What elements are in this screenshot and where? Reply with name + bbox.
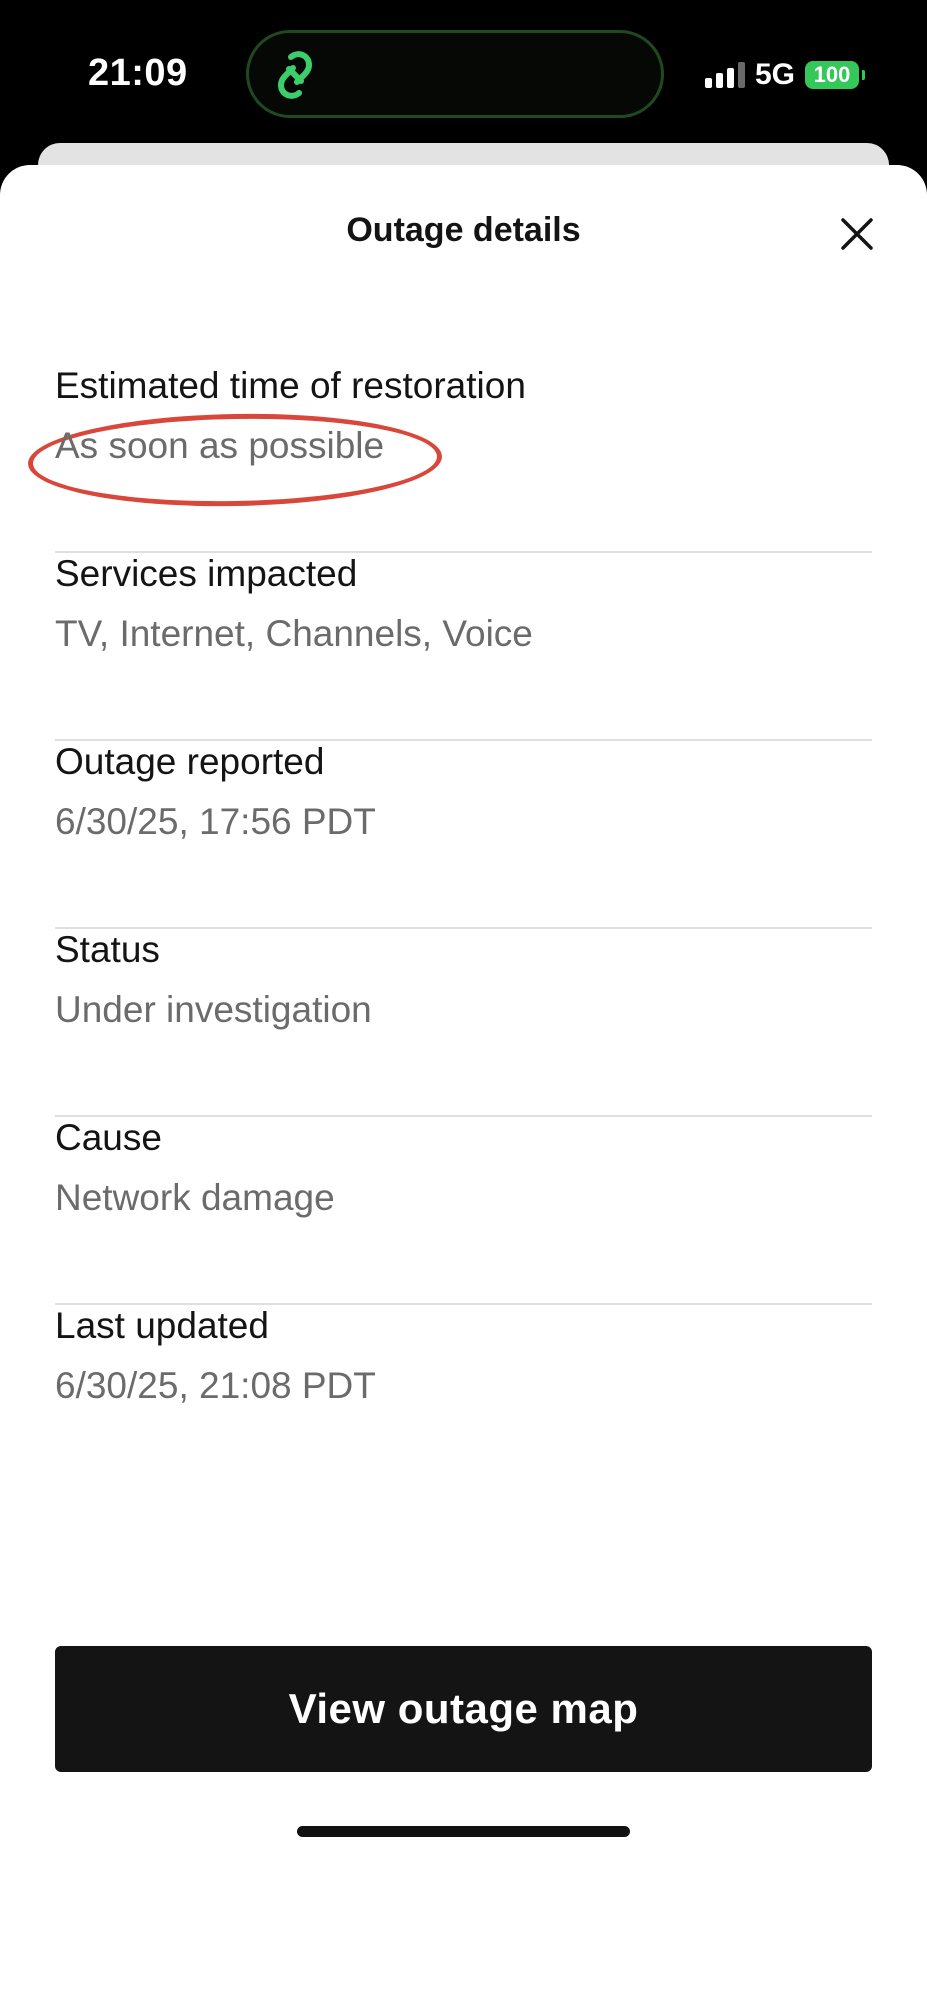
detail-value: Network damage [55,1177,335,1218]
signal-bars-icon [704,62,745,88]
detail-row-restoration: Estimated time of restoration As soon as… [27,365,872,553]
detail-value: Under investigation [55,989,372,1030]
link-chain-icon [277,51,313,99]
detail-label: Estimated time of restoration [55,365,526,406]
status-indicators: 5G 100 [704,58,865,92]
detail-row-status: Status Under investigation [55,929,872,1117]
detail-label: Outage reported [55,741,325,782]
detail-label: Cause [55,1117,162,1158]
detail-label: Last updated [55,1305,269,1346]
view-outage-map-button[interactable]: View outage map [55,1646,872,1772]
detail-row-cause: Cause Network damage [55,1117,872,1305]
detail-row-services: Services impacted TV, Internet, Channels… [55,553,872,741]
close-icon[interactable] [832,209,882,259]
status-time: 21:09 [88,52,188,94]
phone-screen: 21:09 5G 100 Outage details Estimated ti… [0,0,927,2016]
detail-value: As soon as possible [55,425,385,466]
detail-row-last-updated: Last updated 6/30/25, 21:08 PDT [55,1305,872,1493]
detail-label: Services impacted [55,553,358,594]
details-list: Estimated time of restoration As soon as… [27,365,872,1493]
battery-level: 100 [813,62,851,87]
status-bar: 21:09 5G 100 [0,0,927,150]
detail-row-reported: Outage reported 6/30/25, 17:56 PDT [55,741,872,929]
battery-icon: 100 [805,61,865,89]
sheet-title: Outage details [346,211,581,249]
detail-value: TV, Internet, Channels, Voice [55,613,533,654]
home-indicator[interactable] [297,1826,630,1837]
dynamic-island[interactable] [246,30,664,118]
detail-value: 6/30/25, 17:56 PDT [55,801,376,842]
network-type: 5G [754,58,795,91]
detail-value: 6/30/25, 21:08 PDT [55,1365,376,1406]
detail-label: Status [55,929,160,970]
